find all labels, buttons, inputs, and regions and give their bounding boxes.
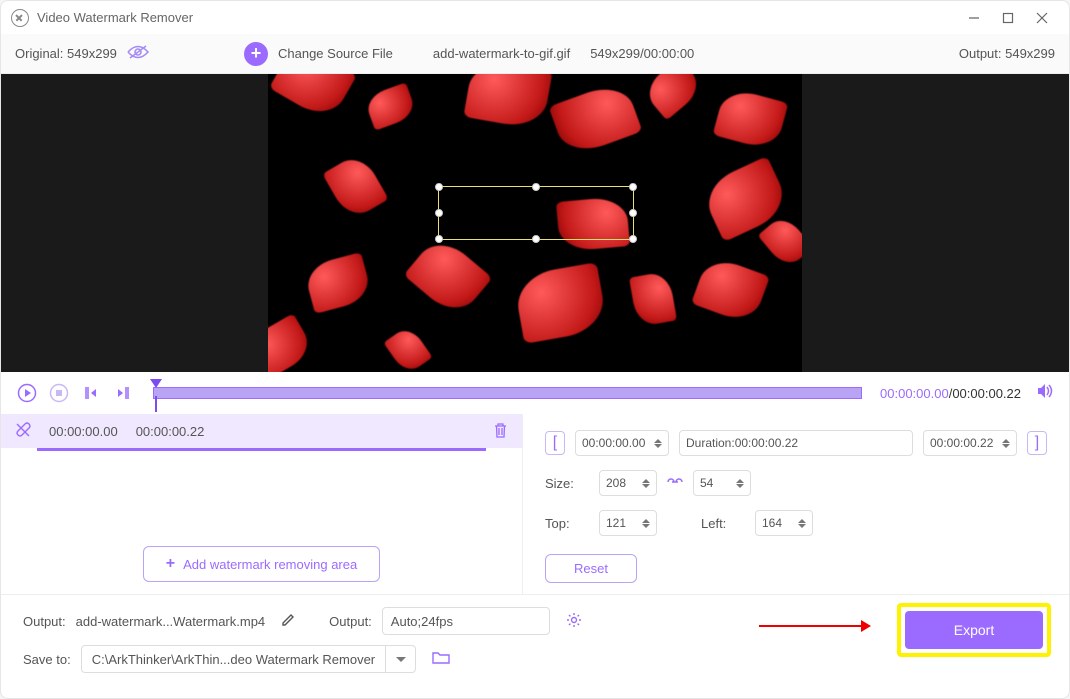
add-source-button[interactable]: + [244, 42, 268, 66]
segment-end-time: 00:00:00.22 [136, 424, 205, 439]
left-label: Left: [701, 516, 745, 531]
source-dims-time: 549x299/00:00:00 [590, 46, 694, 61]
output-file-label: Output: [23, 614, 66, 629]
source-filename: add-watermark-to-gif.gif [433, 46, 570, 61]
top-toolbar: Original: 549x299 + Change Source File a… [1, 34, 1069, 74]
maximize-button[interactable] [991, 1, 1025, 34]
top-label: Top: [545, 516, 589, 531]
output-settings-icon[interactable] [566, 612, 582, 631]
duration-input[interactable]: Duration:00:00:00.22 [679, 430, 913, 456]
original-dimensions-label: Original: 549x299 [15, 46, 117, 61]
titlebar: Video Watermark Remover [1, 1, 1069, 34]
height-input[interactable]: 54 [693, 470, 751, 496]
app-logo-icon [11, 9, 29, 27]
video-preview[interactable] [1, 74, 1069, 372]
export-button[interactable]: Export [905, 611, 1043, 649]
output-dimensions-label: Output: 549x299 [959, 46, 1055, 61]
output-filename-text: add-watermark...Watermark.mp4 [76, 614, 266, 629]
save-to-label: Save to: [23, 652, 71, 667]
edit-output-name-icon[interactable] [281, 613, 295, 630]
export-highlight: Export [897, 603, 1051, 657]
watermark-selection-box[interactable] [438, 186, 634, 240]
bottom-bar: Output: add-watermark...Watermark.mp4 Ou… [1, 594, 1069, 693]
window-title: Video Watermark Remover [37, 10, 193, 25]
timeline-playhead[interactable] [150, 379, 162, 388]
left-input[interactable]: 164 [755, 510, 813, 536]
open-folder-icon[interactable] [432, 650, 450, 668]
playback-controls: 00:00:00.00/00:00:00.22 [1, 372, 1069, 414]
size-label: Size: [545, 476, 589, 491]
plus-icon: + [166, 555, 175, 573]
spinner-up-icon[interactable] [654, 439, 662, 443]
segment-row[interactable]: 00:00:00.00 00:00:00.22 [1, 414, 522, 448]
minimize-button[interactable] [957, 1, 991, 34]
out-time-input[interactable]: 00:00:00.22 [923, 430, 1017, 456]
spinner-down-icon[interactable] [654, 444, 662, 448]
properties-panel: [ 00:00:00.00 Duration:00:00:00.22 00:00… [523, 414, 1069, 594]
segment-start-time: 00:00:00.00 [49, 424, 118, 439]
top-input[interactable]: 121 [599, 510, 657, 536]
link-aspect-icon[interactable] [667, 476, 683, 491]
close-button[interactable] [1025, 1, 1059, 34]
reset-button[interactable]: Reset [545, 554, 637, 583]
change-source-label[interactable]: Change Source File [278, 46, 393, 61]
chevron-down-icon[interactable] [385, 646, 415, 672]
segments-panel: 00:00:00.00 00:00:00.22 +Add watermark r… [1, 414, 523, 594]
delete-segment-button[interactable] [493, 422, 508, 441]
add-watermark-area-button[interactable]: +Add watermark removing area [143, 546, 380, 582]
output-format-input[interactable]: Auto;24fps [382, 607, 550, 635]
frame-back-button[interactable] [79, 381, 103, 405]
timecode-display: 00:00:00.00/00:00:00.22 [880, 386, 1021, 401]
in-time-input[interactable]: 00:00:00.00 [575, 430, 669, 456]
set-in-point-button[interactable]: [ [545, 431, 565, 455]
volume-icon[interactable] [1037, 383, 1055, 404]
stop-button[interactable] [47, 381, 71, 405]
width-input[interactable]: 208 [599, 470, 657, 496]
set-out-point-button[interactable]: ] [1027, 431, 1047, 455]
frame-forward-button[interactable] [111, 381, 135, 405]
main-window: Video Watermark Remover Original: 549x29… [0, 0, 1070, 699]
preview-eye-icon[interactable] [127, 44, 149, 63]
play-button[interactable] [15, 381, 39, 405]
output-format-label: Output: [329, 614, 372, 629]
segment-brush-icon [15, 422, 31, 441]
video-canvas [268, 74, 802, 372]
timeline-track[interactable] [153, 384, 862, 402]
annotation-arrow [759, 625, 869, 627]
save-path-dropdown[interactable]: C:\ArkThinker\ArkThin...deo Watermark Re… [81, 645, 416, 673]
